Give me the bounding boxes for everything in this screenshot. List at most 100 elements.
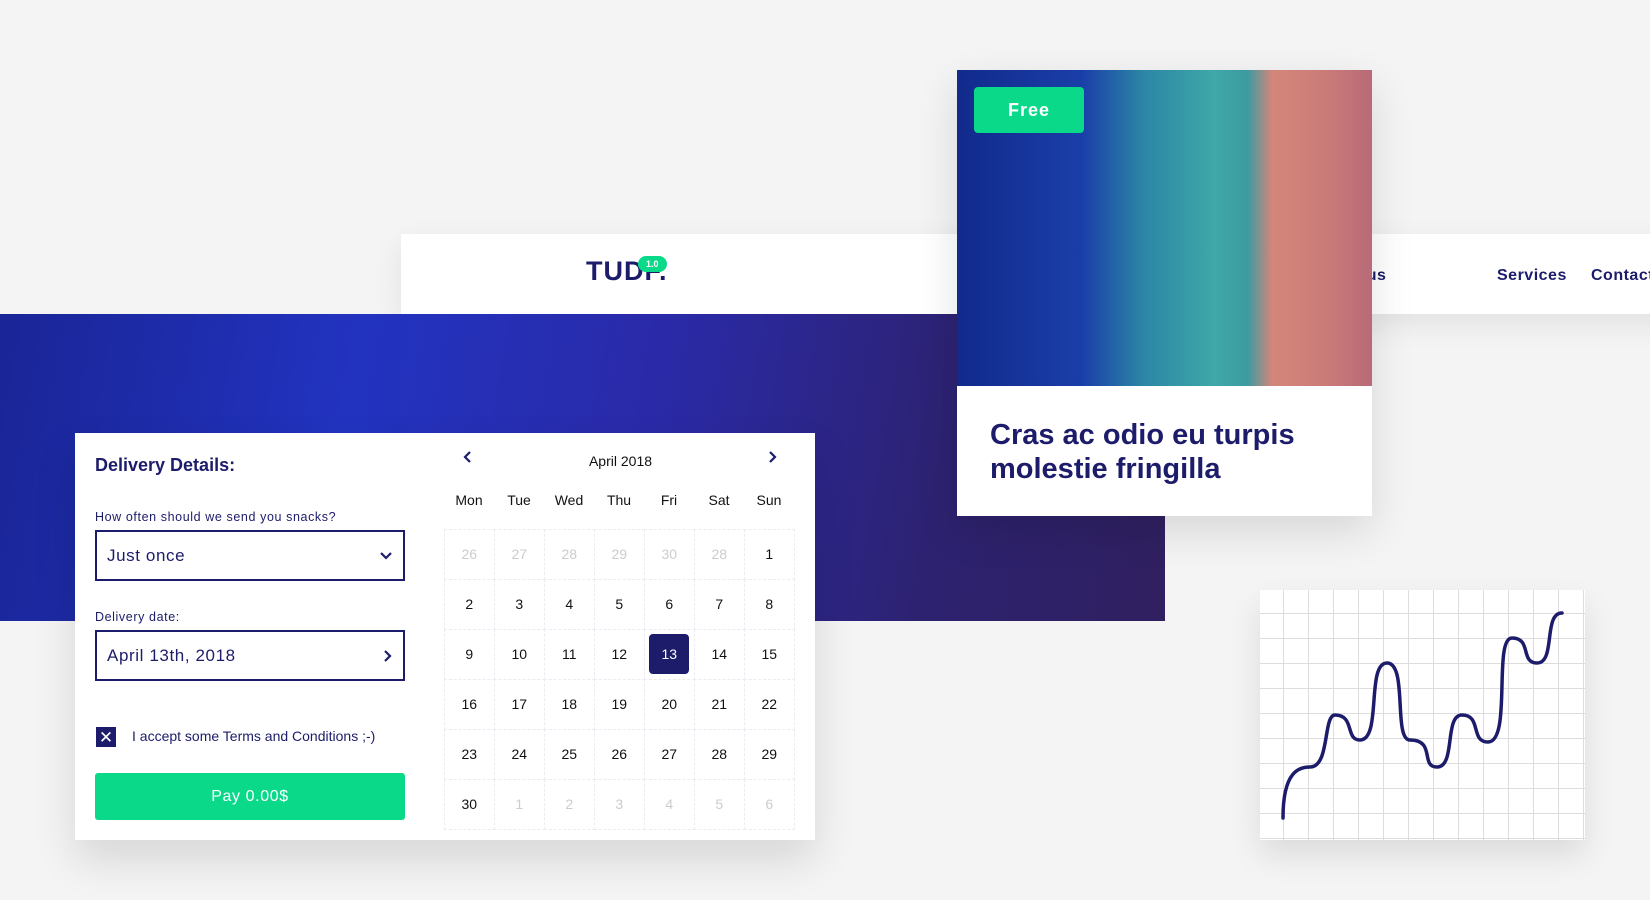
next-month-button[interactable] bbox=[768, 447, 778, 470]
frequency-select[interactable]: Just once bbox=[95, 530, 405, 581]
day-number: 28 bbox=[561, 546, 578, 563]
calendar-day[interactable]: 29 bbox=[744, 729, 795, 780]
day-number: 6 bbox=[765, 796, 774, 813]
calendar-day[interactable]: 1 bbox=[494, 779, 545, 830]
calendar-day[interactable]: 6 bbox=[744, 779, 795, 830]
day-number: 7 bbox=[715, 596, 724, 613]
date-field[interactable]: April 13th, 2018 bbox=[95, 630, 405, 681]
calendar-day[interactable]: 1 bbox=[744, 529, 795, 580]
calendar-day[interactable]: 9 bbox=[444, 629, 495, 680]
decorative-chart-card bbox=[1260, 590, 1585, 840]
day-number: 10 bbox=[511, 646, 528, 663]
calendar-day[interactable]: 3 bbox=[594, 779, 645, 830]
day-number: 8 bbox=[765, 596, 774, 613]
free-badge: Free bbox=[974, 87, 1084, 133]
date-label: Delivery date: bbox=[95, 610, 180, 624]
calendar-day[interactable]: 29 bbox=[594, 529, 645, 580]
day-number: 21 bbox=[711, 696, 728, 713]
weekday-thu: Thu bbox=[606, 492, 632, 508]
day-number: 28 bbox=[711, 546, 728, 563]
calendar-day[interactable]: 24 bbox=[494, 729, 545, 780]
calendar-day[interactable]: 25 bbox=[544, 729, 595, 780]
calendar-day[interactable]: 27 bbox=[644, 729, 695, 780]
day-number: 25 bbox=[561, 746, 578, 763]
calendar-day[interactable]: 15 bbox=[744, 629, 795, 680]
day-number: 19 bbox=[611, 696, 628, 713]
calendar-day[interactable]: 20 bbox=[644, 679, 695, 730]
calendar-day[interactable]: 5 bbox=[594, 579, 645, 630]
x-icon: ✕ bbox=[98, 727, 114, 747]
weekday-mon: Mon bbox=[455, 492, 483, 508]
calendar-day[interactable]: 2 bbox=[444, 579, 495, 630]
calendar: April 2018 Mon Tue Wed Thu Fri Sat Sun 26 27 28 2… bbox=[426, 433, 815, 840]
weekday-tue: Tue bbox=[507, 492, 531, 508]
day-number: 5 bbox=[715, 796, 724, 813]
article-card[interactable]: Free Cras ac odio eu turpis molestie fri… bbox=[957, 70, 1372, 516]
date-value: April 13th, 2018 bbox=[107, 645, 236, 665]
day-number: 16 bbox=[461, 696, 478, 713]
calendar-day[interactable]: 5 bbox=[694, 779, 745, 830]
calendar-day-selected[interactable]: 13 bbox=[644, 629, 695, 680]
terms-checkbox[interactable]: ✕ bbox=[96, 727, 116, 747]
day-number: 17 bbox=[511, 696, 528, 713]
calendar-day[interactable]: 12 bbox=[594, 629, 645, 680]
calendar-day[interactable]: 6 bbox=[644, 579, 695, 630]
day-number: 29 bbox=[611, 546, 628, 563]
day-number: 20 bbox=[661, 696, 678, 713]
weekday-wed: Wed bbox=[554, 492, 584, 508]
calendar-day[interactable]: 4 bbox=[644, 779, 695, 830]
calendar-day[interactable]: 14 bbox=[694, 629, 745, 680]
calendar-day[interactable]: 18 bbox=[544, 679, 595, 730]
calendar-day[interactable]: 21 bbox=[694, 679, 745, 730]
day-number: 11 bbox=[561, 646, 577, 663]
weekday-fri: Fri bbox=[660, 492, 678, 508]
day-number: 28 bbox=[711, 746, 728, 763]
day-number: 12 bbox=[611, 646, 628, 663]
day-number: 1 bbox=[515, 796, 524, 813]
calendar-day[interactable]: 26 bbox=[594, 729, 645, 780]
calendar-day[interactable]: 4 bbox=[544, 579, 595, 630]
day-number: 26 bbox=[611, 746, 628, 763]
calendar-day[interactable]: 23 bbox=[444, 729, 495, 780]
nav-contact[interactable]: Contact bbox=[1591, 267, 1650, 285]
day-number: 27 bbox=[661, 746, 678, 763]
calendar-day[interactable]: 28 bbox=[694, 729, 745, 780]
day-number: 13 bbox=[649, 634, 690, 675]
day-number: 4 bbox=[565, 596, 574, 613]
nav-services[interactable]: Services bbox=[1497, 267, 1567, 285]
day-number: 30 bbox=[461, 796, 478, 813]
weekday-header: Mon Tue Wed Thu Fri Sat Sun bbox=[444, 492, 794, 508]
day-number: 4 bbox=[665, 796, 674, 813]
day-number: 2 bbox=[465, 596, 474, 613]
calendar-day[interactable]: 7 bbox=[694, 579, 745, 630]
calendar-day[interactable]: 19 bbox=[594, 679, 645, 730]
calendar-day[interactable]: 17 bbox=[494, 679, 545, 730]
terms-label[interactable]: I accept some Terms and Conditions ;-) bbox=[132, 728, 375, 744]
calendar-day[interactable]: 28 bbox=[544, 529, 595, 580]
day-number: 9 bbox=[465, 646, 474, 663]
calendar-day[interactable]: 27 bbox=[494, 529, 545, 580]
version-badge: 1.0 bbox=[638, 256, 667, 272]
calendar-day[interactable]: 3 bbox=[494, 579, 545, 630]
calendar-day[interactable]: 16 bbox=[444, 679, 495, 730]
calendar-day[interactable]: 2 bbox=[544, 779, 595, 830]
calendar-day[interactable]: 28 bbox=[694, 529, 745, 580]
calendar-day[interactable]: 11 bbox=[544, 629, 595, 680]
calendar-month: April 2018 bbox=[588, 453, 653, 469]
calendar-day[interactable]: 10 bbox=[494, 629, 545, 680]
chevron-right-icon bbox=[384, 649, 392, 662]
frequency-label: How often should we send you snacks? bbox=[95, 510, 337, 524]
card-title[interactable]: Cras ac odio eu turpis molestie fringill… bbox=[990, 418, 1350, 486]
day-number: 14 bbox=[711, 646, 728, 663]
calendar-day[interactable]: 26 bbox=[444, 529, 495, 580]
chart-line bbox=[1281, 611, 1564, 820]
pay-button[interactable]: Pay 0.00$ bbox=[95, 773, 405, 820]
calendar-day[interactable]: 30 bbox=[444, 779, 495, 830]
calendar-day[interactable]: 30 bbox=[644, 529, 695, 580]
calendar-day[interactable]: 22 bbox=[744, 679, 795, 730]
day-number: 23 bbox=[461, 746, 478, 763]
day-number: 26 bbox=[461, 546, 478, 563]
calendar-day[interactable]: 8 bbox=[744, 579, 795, 630]
frequency-value: Just once bbox=[107, 545, 186, 565]
day-number: 22 bbox=[761, 696, 778, 713]
